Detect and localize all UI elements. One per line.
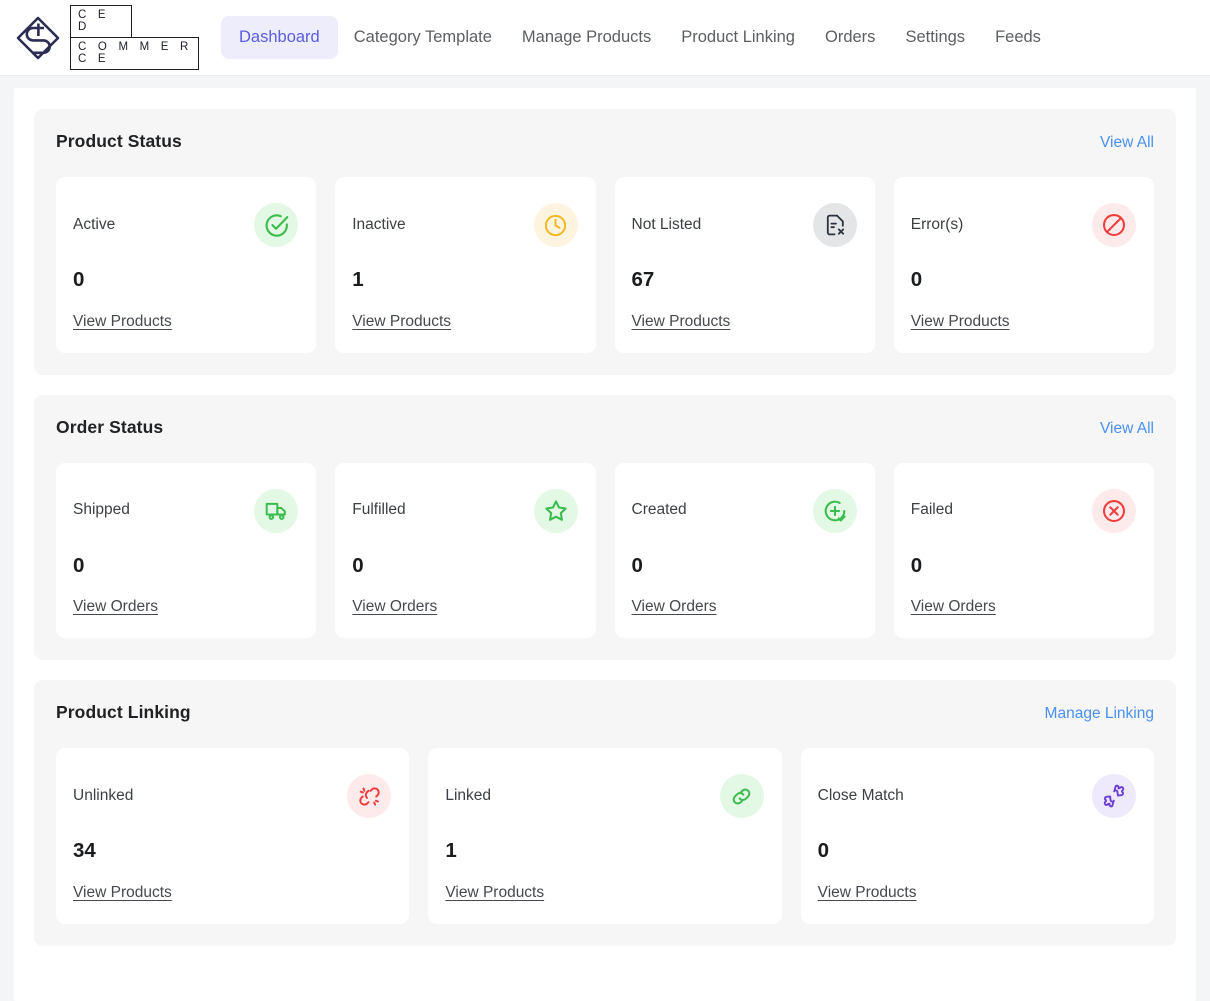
link-icon xyxy=(719,774,764,818)
card-value: 34 xyxy=(73,839,96,862)
card-view-orders-link[interactable]: View Orders xyxy=(73,598,158,616)
nav-item-settings[interactable]: Settings xyxy=(891,16,979,58)
nav-item-feeds[interactable]: Feeds xyxy=(981,16,1055,58)
panel-order-status: Order Status View All Shipped 0 View Ord… xyxy=(34,394,1176,660)
file-x-icon xyxy=(812,203,857,247)
view-all-product-status-link[interactable]: View All xyxy=(1100,134,1154,152)
card-value: 1 xyxy=(445,839,457,862)
card-label: Fulfilled xyxy=(352,501,406,519)
panel-product-status: Product Status View All Active 0 View Pr… xyxy=(34,109,1176,375)
panel-header: Order Status View All xyxy=(56,417,1154,438)
nav-item-product-linking[interactable]: Product Linking xyxy=(667,16,809,58)
card-failed[interactable]: Failed 0 View Orders xyxy=(893,462,1154,638)
card-fulfilled[interactable]: Fulfilled 0 View Orders xyxy=(335,462,596,638)
clock-icon xyxy=(533,203,578,247)
card-value: 0 xyxy=(817,839,830,862)
x-circle-icon xyxy=(1092,488,1136,533)
panel-header: Product Status View All xyxy=(56,131,1154,152)
card-unlinked[interactable]: Unlinked 34 View Products xyxy=(56,748,410,924)
card-inactive[interactable]: Inactive 1 View Products xyxy=(335,177,596,353)
card-not-listed[interactable]: Not Listed 67 View Products xyxy=(614,177,875,353)
card-view-products-link[interactable]: View Products xyxy=(73,884,172,902)
nav-item-category-template[interactable]: Category Template xyxy=(340,16,506,58)
card-header: Linked xyxy=(445,774,764,818)
card-value: 0 xyxy=(73,553,85,577)
card-created[interactable]: Created 0 View Orders xyxy=(614,462,875,638)
card-view-products-link[interactable]: View Products xyxy=(911,313,1010,331)
brand-wordmark: C E D C O M M E R C E xyxy=(70,5,199,70)
card-value: 0 xyxy=(910,268,923,291)
product-status-cards: Active 0 View Products Inactive 1 View P… xyxy=(56,177,1154,353)
product-linking-cards: Unlinked 34 View Products Linked 1 View … xyxy=(56,748,1154,924)
card-header: Fulfilled xyxy=(352,488,578,533)
card-view-products-link[interactable]: View Products xyxy=(445,884,544,902)
card-label: Error(s) xyxy=(910,215,964,233)
prohibited-icon xyxy=(1092,203,1136,247)
app-header: C E D C O M M E R C E Dashboard Category… xyxy=(0,0,1210,76)
card-header: Failed xyxy=(910,488,1136,533)
nav-item-dashboard[interactable]: Dashboard xyxy=(221,16,338,59)
panel-title-order-status: Order Status xyxy=(56,416,164,437)
card-shipped[interactable]: Shipped 0 View Orders xyxy=(56,462,317,638)
brand-line-ced: C E D xyxy=(70,5,132,37)
panel-product-linking: Product Linking Manage Linking Unlinked xyxy=(34,680,1176,946)
card-label: Created xyxy=(631,501,687,519)
panel-title-product-linking: Product Linking xyxy=(56,702,191,722)
card-linked[interactable]: Linked 1 View Products xyxy=(428,748,782,924)
order-status-cards: Shipped 0 View Orders Fulfilled 0 View O… xyxy=(56,462,1154,638)
card-header: Active xyxy=(73,203,299,247)
panel-title-product-status: Product Status xyxy=(56,131,182,151)
card-value: 0 xyxy=(73,268,85,291)
check-circle-icon xyxy=(254,203,299,247)
content-surface: Product Status View All Active 0 View Pr… xyxy=(14,88,1196,1001)
brand-line-commerce: C O M M E R C E xyxy=(70,37,199,70)
card-label: Linked xyxy=(445,786,492,804)
truck-icon xyxy=(254,488,299,533)
card-header: Inactive xyxy=(352,203,578,247)
card-label: Close Match xyxy=(817,786,904,804)
brand-logo[interactable]: C E D C O M M E R C E xyxy=(14,5,199,70)
card-header: Unlinked xyxy=(73,774,392,818)
card-value: 0 xyxy=(910,553,923,577)
view-all-order-status-link[interactable]: View All xyxy=(1100,420,1154,438)
broken-link-icon xyxy=(347,774,392,818)
card-errors[interactable]: Error(s) 0 View Products xyxy=(893,177,1154,353)
card-label: Failed xyxy=(910,501,953,519)
puzzle-icon xyxy=(1092,774,1136,818)
card-view-orders-link[interactable]: View Orders xyxy=(632,598,717,616)
panel-header: Product Linking Manage Linking xyxy=(56,702,1154,723)
manage-linking-link[interactable]: Manage Linking xyxy=(1045,705,1154,723)
card-view-products-link[interactable]: View Products xyxy=(632,313,731,331)
plus-check-circle-icon xyxy=(812,488,857,533)
main-navigation: Dashboard Category Template Manage Produ… xyxy=(221,16,1055,59)
card-header: Shipped xyxy=(73,488,299,533)
card-value: 0 xyxy=(631,553,643,577)
card-label: Active xyxy=(73,215,116,233)
star-icon xyxy=(533,488,578,533)
card-label: Inactive xyxy=(352,215,406,233)
card-label: Unlinked xyxy=(73,786,134,804)
nav-item-manage-products[interactable]: Manage Products xyxy=(508,16,665,58)
card-view-products-link[interactable]: View Products xyxy=(73,313,172,331)
card-view-products-link[interactable]: View Products xyxy=(352,313,451,331)
card-close-match[interactable]: Close Match 0 View Products xyxy=(800,748,1154,924)
card-view-orders-link[interactable]: View Orders xyxy=(911,598,996,616)
card-view-products-link[interactable]: View Products xyxy=(818,884,917,902)
card-active[interactable]: Active 0 View Products xyxy=(56,177,317,353)
card-header: Error(s) xyxy=(911,203,1136,247)
card-label: Not Listed xyxy=(631,215,702,233)
card-header: Created xyxy=(631,488,857,533)
card-label: Shipped xyxy=(73,501,130,519)
card-value: 67 xyxy=(631,268,655,291)
page-body: Product Status View All Active 0 View Pr… xyxy=(0,76,1210,1001)
nav-item-orders[interactable]: Orders xyxy=(811,16,889,58)
card-header: Close Match xyxy=(818,774,1136,818)
card-view-orders-link[interactable]: View Orders xyxy=(352,598,437,616)
card-value: 1 xyxy=(352,268,364,291)
card-header: Not Listed xyxy=(632,203,857,247)
ced-diamond-logo-icon xyxy=(14,14,62,62)
card-value: 0 xyxy=(352,553,364,577)
